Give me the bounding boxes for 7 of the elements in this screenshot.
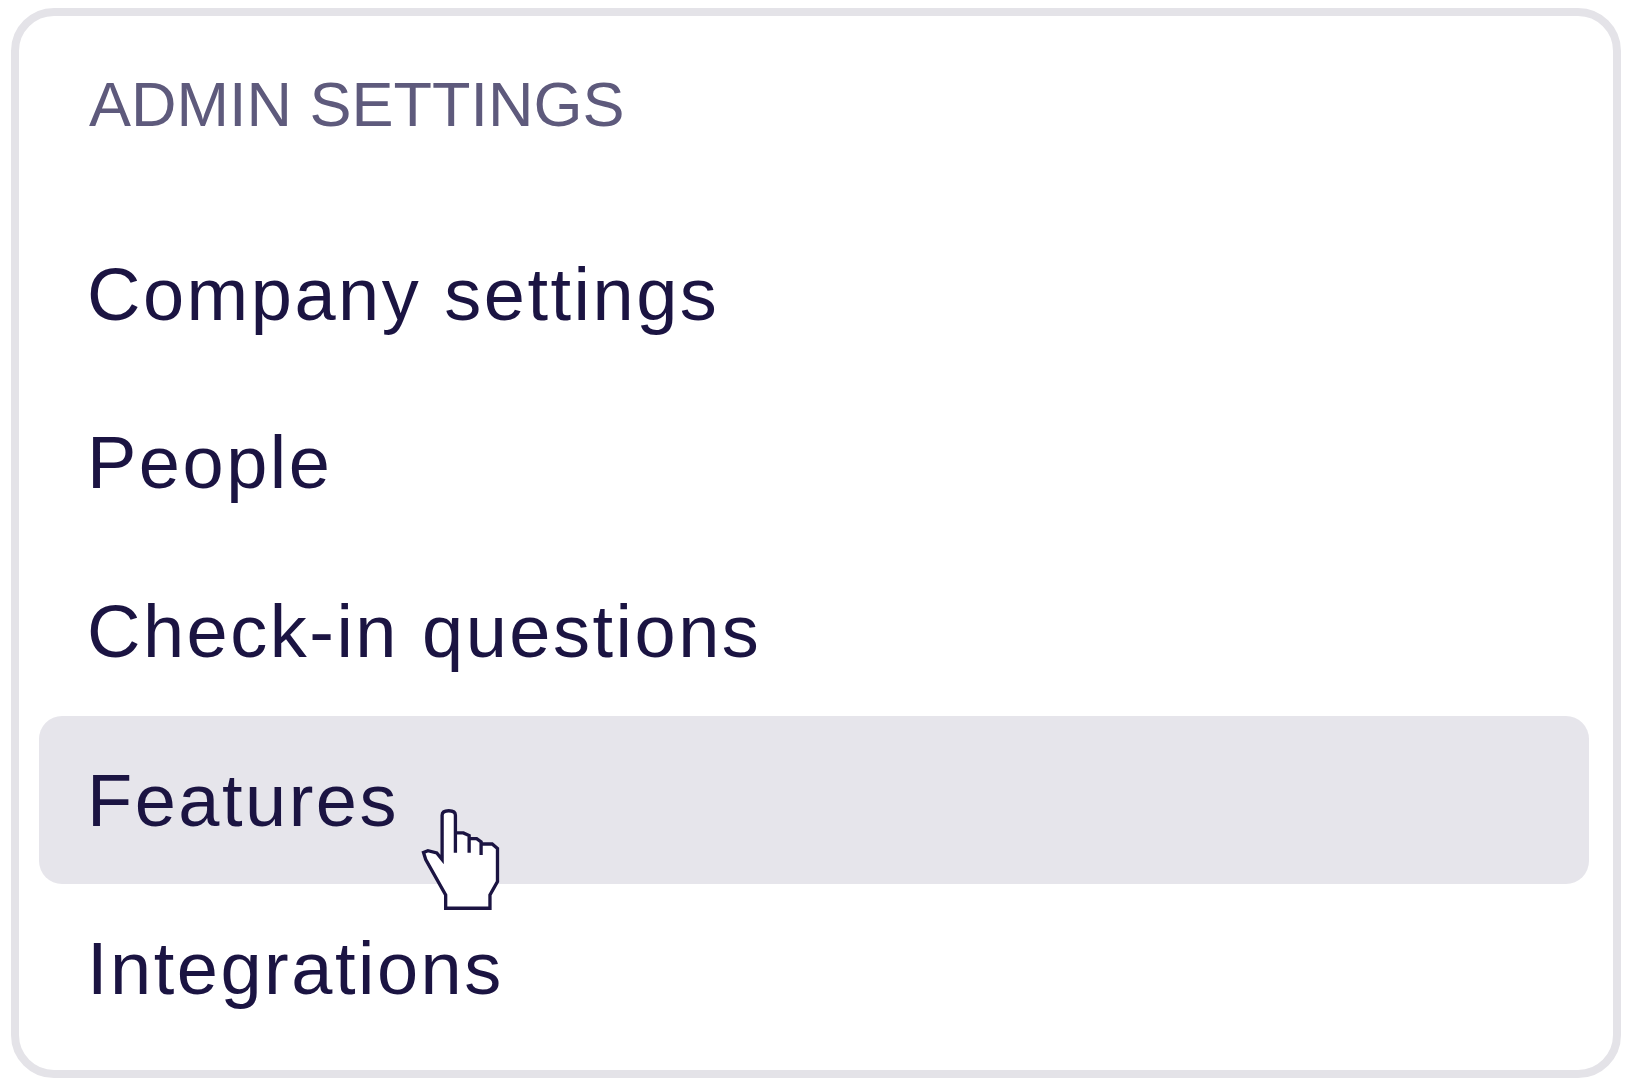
menu-item[interactable]: Company settings [39,210,1589,379]
menu-item[interactable]: People [39,378,1589,548]
menu-item[interactable]: Features [39,715,1589,885]
menu-item[interactable]: Check-in questions [39,547,1589,716]
section-heading: ADMIN SETTINGS [89,69,625,139]
menu-item[interactable]: Integrations [39,884,1589,1053]
pointer-hand-icon [421,808,500,910]
